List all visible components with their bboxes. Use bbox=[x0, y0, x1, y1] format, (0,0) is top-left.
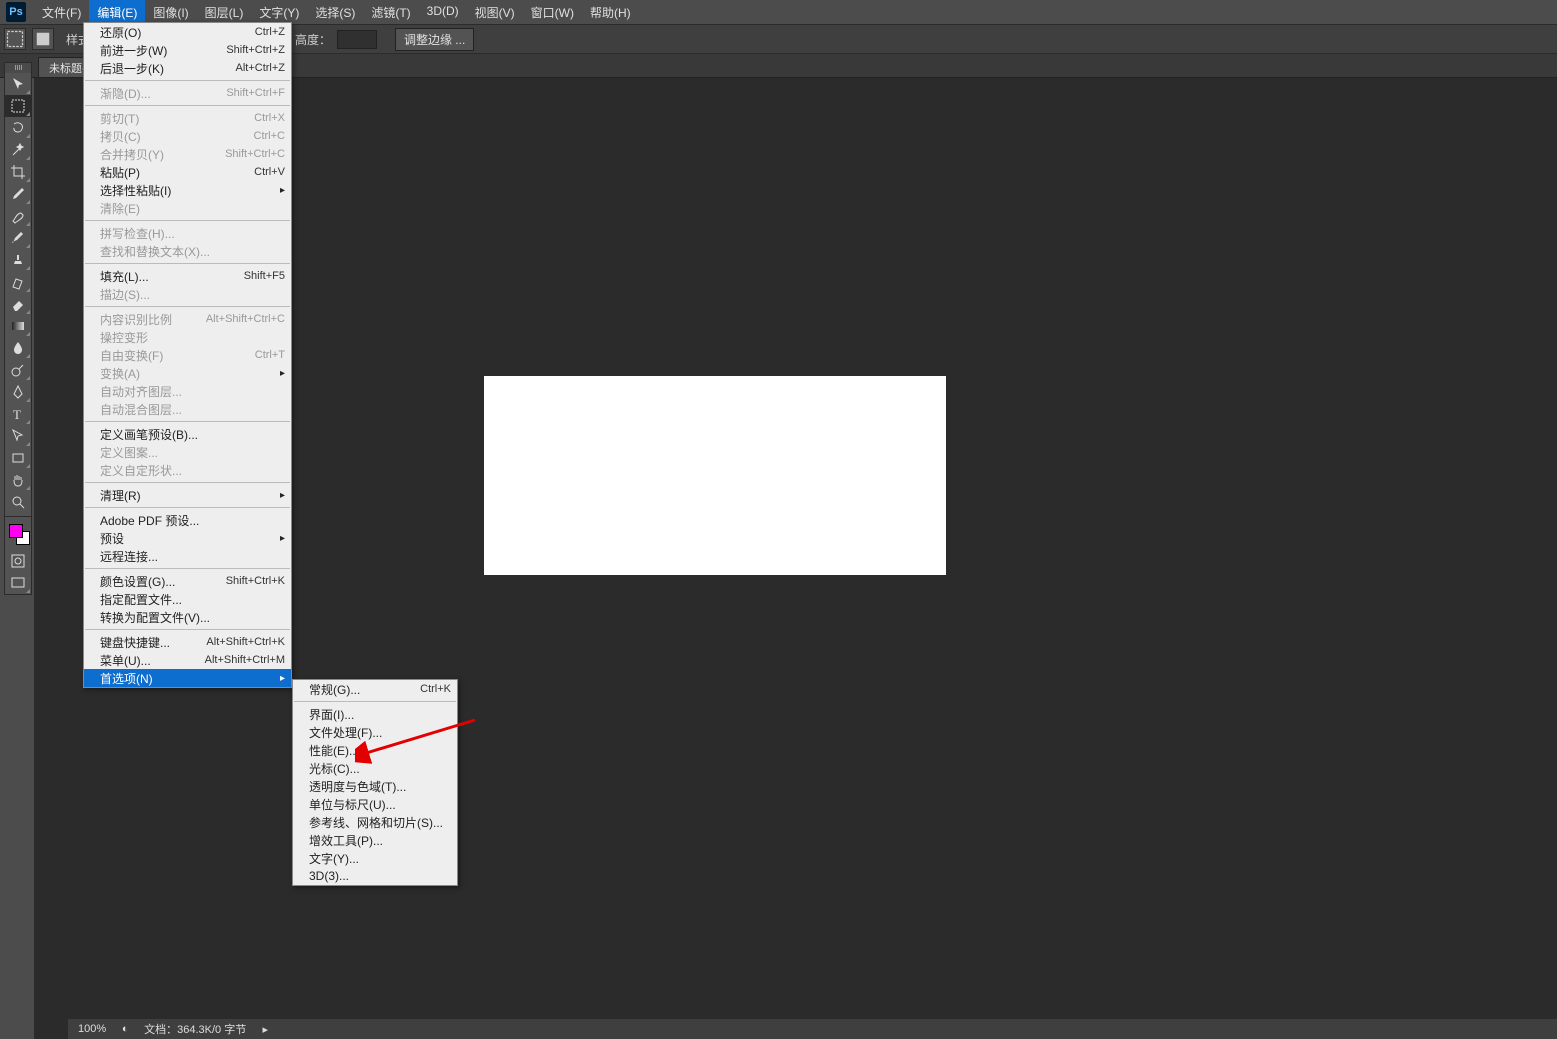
quick-mask-tool[interactable] bbox=[5, 550, 31, 572]
edit-menu-item-37[interactable]: 指定配置文件... bbox=[84, 590, 291, 608]
edit-menu-item-8: 合并拷贝(Y)Shift+Ctrl+C bbox=[84, 145, 291, 163]
edit-menu-item-2[interactable]: 后退一步(K)Alt+Ctrl+Z bbox=[84, 59, 291, 77]
menu-视图[interactable]: 视图(V) bbox=[467, 0, 523, 25]
menu-窗口[interactable]: 窗口(W) bbox=[523, 0, 582, 25]
pen-tool[interactable] bbox=[5, 381, 31, 403]
prefs-menu-item-3[interactable]: 文件处理(F)... bbox=[293, 723, 457, 741]
prefs-menu-item-9[interactable]: 增效工具(P)... bbox=[293, 831, 457, 849]
hand-tool[interactable] bbox=[5, 469, 31, 491]
edit-menu-item-6: 剪切(T)Ctrl+X bbox=[84, 109, 291, 127]
app-logo: Ps bbox=[6, 2, 26, 22]
zoom-value[interactable]: 100% bbox=[78, 1023, 106, 1035]
edit-menu-item-38[interactable]: 转换为配置文件(V)... bbox=[84, 608, 291, 626]
edit-menu-item-7: 拷贝(C)Ctrl+C bbox=[84, 127, 291, 145]
edit-menu-item-26[interactable]: 定义画笔预设(B)... bbox=[84, 425, 291, 443]
edit-menu-item-27: 定义图案... bbox=[84, 443, 291, 461]
lasso-tool[interactable] bbox=[5, 117, 31, 139]
brush-tool[interactable] bbox=[5, 227, 31, 249]
path-selection-tool[interactable] bbox=[5, 425, 31, 447]
prefs-menu-item-6[interactable]: 透明度与色域(T)... bbox=[293, 777, 457, 795]
prefs-menu-item-5[interactable]: 光标(C)... bbox=[293, 759, 457, 777]
edit-menu-item-4: 渐隐(D)...Shift+Ctrl+F bbox=[84, 84, 291, 102]
menu-编辑[interactable]: 编辑(E) bbox=[89, 0, 145, 25]
edit-menu-item-40[interactable]: 键盘快捷键...Alt+Shift+Ctrl+K bbox=[84, 633, 291, 651]
edit-menu-item-22: 变换(A) bbox=[84, 364, 291, 382]
preferences-submenu: 常规(G)...Ctrl+K 界面(I)...文件处理(F)...性能(E)...… bbox=[292, 679, 458, 886]
menu-3d[interactable]: 3D(D) bbox=[419, 0, 467, 25]
blur-tool[interactable] bbox=[5, 337, 31, 359]
eyedropper-tool[interactable] bbox=[5, 183, 31, 205]
edit-menu-item-17: 描边(S)... bbox=[84, 285, 291, 303]
edit-menu-item-21: 自由变换(F)Ctrl+T bbox=[84, 346, 291, 364]
tool-preset-button[interactable] bbox=[4, 28, 26, 50]
gradient-tool[interactable] bbox=[5, 315, 31, 337]
toolbox: T bbox=[4, 62, 32, 595]
height-field[interactable] bbox=[337, 30, 377, 49]
clone-stamp-tool[interactable] bbox=[5, 249, 31, 271]
edit-menu-item-9[interactable]: 粘贴(P)Ctrl+V bbox=[84, 163, 291, 181]
healing-brush-tool[interactable] bbox=[5, 205, 31, 227]
menu-帮助[interactable]: 帮助(H) bbox=[582, 0, 639, 25]
status-expand-icon[interactable]: ◐ bbox=[118, 1022, 132, 1036]
edit-menu-item-23: 自动对齐图层... bbox=[84, 382, 291, 400]
edit-menu-item-36[interactable]: 颜色设置(G)...Shift+Ctrl+K bbox=[84, 572, 291, 590]
dodge-tool[interactable] bbox=[5, 359, 31, 381]
svg-text:T: T bbox=[13, 407, 21, 422]
prefs-menu-item-7[interactable]: 单位与标尺(U)... bbox=[293, 795, 457, 813]
marquee-tool[interactable] bbox=[5, 95, 31, 117]
status-arrow-icon[interactable]: ▸ bbox=[258, 1022, 272, 1036]
document-canvas[interactable] bbox=[484, 376, 946, 575]
rectangle-tool[interactable] bbox=[5, 447, 31, 469]
prefs-menu-item-11[interactable]: 3D(3)... bbox=[293, 867, 457, 885]
type-tool[interactable]: T bbox=[5, 403, 31, 425]
refine-edges-button[interactable]: 调整边缘 ... bbox=[395, 28, 474, 51]
zoom-tool[interactable] bbox=[5, 491, 31, 513]
toolbox-handle[interactable] bbox=[5, 63, 31, 73]
edit-menu-item-11: 清除(E) bbox=[84, 199, 291, 217]
color-swatches[interactable] bbox=[5, 520, 31, 550]
menu-文字[interactable]: 文字(Y) bbox=[251, 0, 307, 25]
screen-mode-tool[interactable] bbox=[5, 572, 31, 594]
menu-滤镜[interactable]: 滤镜(T) bbox=[363, 0, 418, 25]
edit-menu-item-14: 查找和替换文本(X)... bbox=[84, 242, 291, 260]
move-tool[interactable] bbox=[5, 73, 31, 95]
prefs-menu-item-4[interactable]: 性能(E)... bbox=[293, 741, 457, 759]
edit-menu-item-32[interactable]: Adobe PDF 预设... bbox=[84, 511, 291, 529]
history-brush-tool[interactable] bbox=[5, 271, 31, 293]
menu-文件[interactable]: 文件(F) bbox=[34, 0, 89, 25]
prefs-menu-item-0[interactable]: 常规(G)...Ctrl+K bbox=[293, 680, 457, 698]
edit-menu-item-1[interactable]: 前进一步(W)Shift+Ctrl+Z bbox=[84, 41, 291, 59]
status-bar: 100% ◐ 文档：364.3K/0 字节 ▸ bbox=[68, 1019, 1557, 1039]
edit-menu-item-0[interactable]: 还原(O)Ctrl+Z bbox=[84, 23, 291, 41]
selection-new-button[interactable] bbox=[32, 28, 54, 50]
edit-menu-item-13: 拼写检查(H)... bbox=[84, 224, 291, 242]
eraser-tool[interactable] bbox=[5, 293, 31, 315]
edit-menu-item-24: 自动混合图层... bbox=[84, 400, 291, 418]
menubar: Ps 文件(F)编辑(E)图像(I)图层(L)文字(Y)选择(S)滤镜(T)3D… bbox=[0, 0, 1557, 24]
edit-menu-item-16[interactable]: 填充(L)...Shift+F5 bbox=[84, 267, 291, 285]
edit-menu-item-42[interactable]: 首选项(N) bbox=[84, 669, 291, 687]
edit-menu-item-28: 定义自定形状... bbox=[84, 461, 291, 479]
edit-menu-item-41[interactable]: 菜单(U)...Alt+Shift+Ctrl+M bbox=[84, 651, 291, 669]
menu-选择[interactable]: 选择(S) bbox=[307, 0, 363, 25]
menu-图层[interactable]: 图层(L) bbox=[197, 0, 252, 25]
edit-menu-item-34[interactable]: 远程连接... bbox=[84, 547, 291, 565]
edit-menu-item-33[interactable]: 预设 bbox=[84, 529, 291, 547]
prefs-menu-item-8[interactable]: 参考线、网格和切片(S)... bbox=[293, 813, 457, 831]
doc-size-value: 文档：364.3K/0 字节 bbox=[144, 1021, 246, 1037]
edit-menu-item-10[interactable]: 选择性粘贴(I) bbox=[84, 181, 291, 199]
foreground-color-swatch[interactable] bbox=[9, 524, 23, 538]
prefs-menu-item-2[interactable]: 界面(I)... bbox=[293, 705, 457, 723]
height-label: 高度： bbox=[295, 31, 331, 48]
edit-menu-item-20: 操控变形 bbox=[84, 328, 291, 346]
crop-tool[interactable] bbox=[5, 161, 31, 183]
edit-menu-item-30[interactable]: 清理(R) bbox=[84, 486, 291, 504]
magic-wand-tool[interactable] bbox=[5, 139, 31, 161]
edit-menu-dropdown: 还原(O)Ctrl+Z前进一步(W)Shift+Ctrl+Z后退一步(K)Alt… bbox=[83, 22, 292, 688]
menu-图像[interactable]: 图像(I) bbox=[145, 0, 196, 25]
prefs-menu-item-10[interactable]: 文字(Y)... bbox=[293, 849, 457, 867]
edit-menu-item-19: 内容识别比例Alt+Shift+Ctrl+C bbox=[84, 310, 291, 328]
